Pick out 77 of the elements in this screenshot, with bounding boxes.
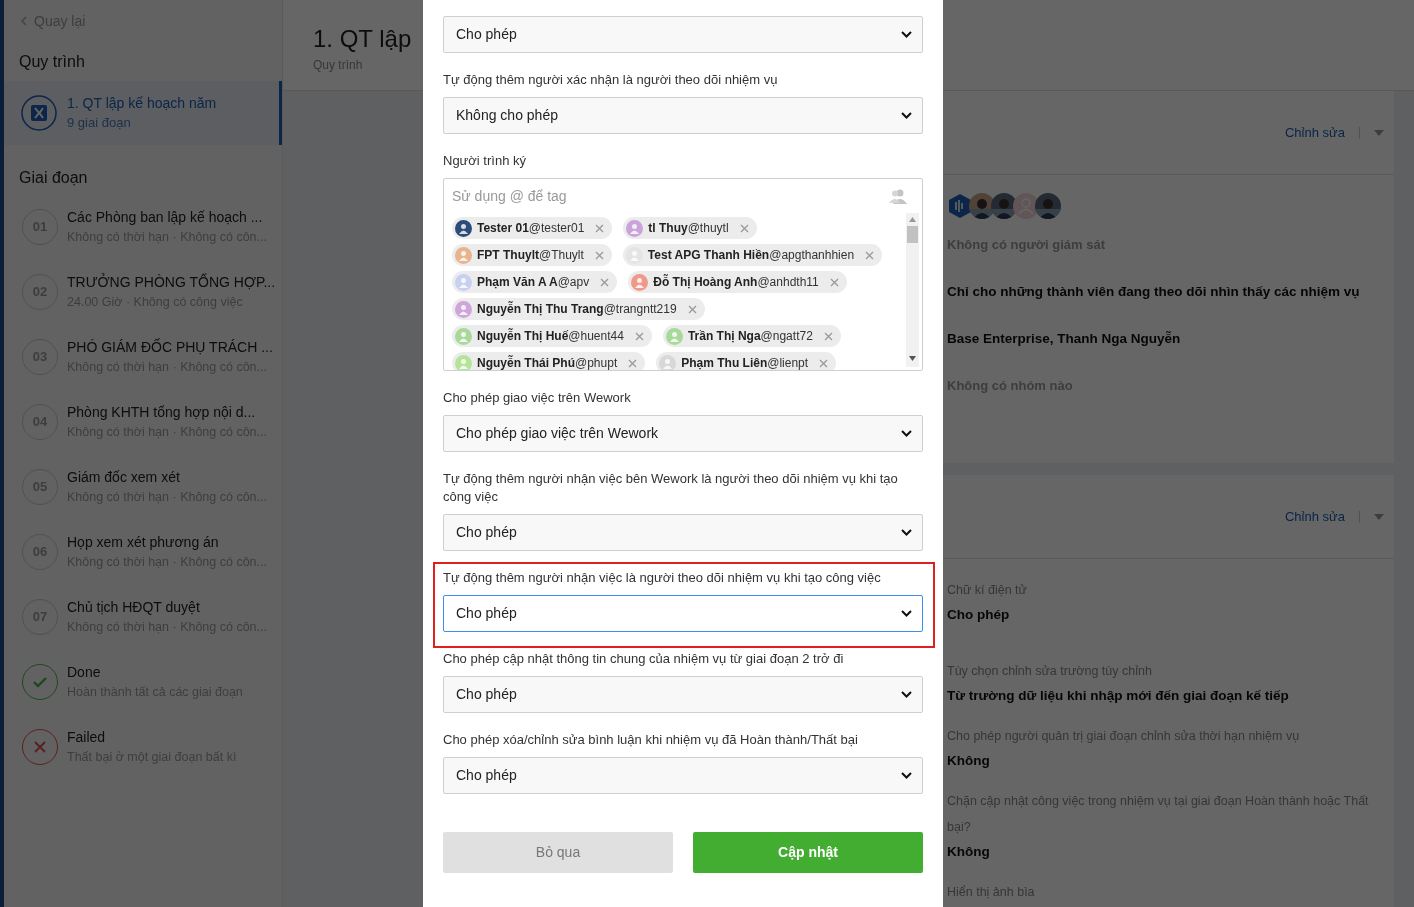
user-tag[interactable]: Tester 01@tester01 [452,217,613,239]
user-tag[interactable]: tl Thuy@thuytl [623,217,757,239]
chevron-down-icon [901,610,912,617]
setting-value: Base Enterprise, Thanh Nga Nguyễn [947,330,1182,348]
remove-icon[interactable] [739,223,749,233]
scroll-down-icon[interactable] [909,356,916,361]
remove-icon[interactable] [829,277,839,287]
stage-title: Failed [67,727,107,747]
select-field[interactable]: Cho phép [443,16,923,53]
chevron-down-icon [901,772,912,779]
section-heading: Quy trình [18,52,85,72]
section-heading: Giai đoạn [18,168,88,188]
tag-placeholder: Sử dụng @ để tag [452,186,567,206]
user-tag[interactable]: Nguyễn Thái Phú@phupt [452,352,646,370]
process-title: 1. QT lập kế hoạch năm [67,94,217,113]
user-tag[interactable]: Nguyễn Thị Thu Trang@trangntt219 [452,298,705,320]
stage-title: TRƯỞNG PHÒNG TỔNG HỢP... [67,272,276,292]
chevron-down-icon [901,112,912,119]
remove-icon[interactable] [823,331,833,341]
chevron-down-icon [901,430,912,437]
logo-icon [21,95,57,131]
cancel-button[interactable]: Bỏ qua [443,832,673,873]
setting-value: Chỉ cho những thành viên đang theo dõi nhìn thấy các nhiệm vụ [947,283,1361,301]
field-label: Cho phép cập nhật thông tin chung của nhiệm vụ từ giai đoạn 2 trở đi [443,650,845,668]
chevron-down-icon [901,529,912,536]
remove-icon[interactable] [687,304,697,314]
page-title: 1. QT lập [313,24,412,54]
setting-value: Cho phép [947,606,1011,624]
dropdown-caret-icon[interactable] [1374,129,1384,136]
scroll-up-icon[interactable] [909,217,916,222]
stage-title: Done [67,662,102,682]
remove-icon[interactable] [600,277,610,287]
user-tag[interactable]: Trần Thị Nga@ngatt72 [662,325,841,347]
chevron-down-icon [901,31,912,38]
field-label: Cho phép giao việc trên Wework [443,389,632,407]
select-field[interactable]: Cho phép [443,514,923,551]
setting-value: Không [947,843,991,861]
stage-title: Giám đốc xem xét [67,467,181,487]
stage-title: Phòng KHTH tổng hợp nội d... [67,402,257,422]
field-label: Tự động thêm người xác nhận là người theo dõi nhiệm vụ [443,71,779,89]
setting-value: Từ trường dữ liệu khi nhập mới đến giai đoạn kế tiếp [947,687,1290,705]
remove-icon[interactable] [865,250,875,260]
tag-input-field[interactable] [443,178,923,371]
setting-value: Không [947,752,991,770]
select-field[interactable]: Không cho phép [443,97,923,134]
chevron-left-icon [20,16,28,26]
field-label: Cho phép xóa/chỉnh sửa bình luận khi nhiệm vụ đã Hoàn thành/Thất bại [443,731,859,749]
logo-icon [947,193,973,219]
user-tag[interactable]: Đỗ Thị Hoàng Anh@anhdth11 [628,271,847,293]
chevron-down-icon [901,691,912,698]
avatar-icon [1013,193,1039,219]
stage-title: Họp xem xét phương án [67,532,220,552]
stage-title: PHÓ GIÁM ĐỐC PHỤ TRÁCH ... [67,337,273,357]
select-field[interactable]: Cho phép [443,595,923,632]
select-field[interactable]: Cho phép [443,676,923,713]
user-tag[interactable]: FPT Thuylt@Thuylt [452,244,612,266]
user-tag[interactable]: Test APG Thanh Hiền@apgthanhhien [622,244,883,266]
dropdown-caret-icon[interactable] [1374,513,1384,520]
user-tag[interactable]: Nguyễn Thị Huế@huent44 [452,325,652,347]
stage-title: Chủ tịch HĐQT duyệt [67,597,201,617]
select-field[interactable]: Cho phép giao việc trên Wework [443,415,923,452]
field-label: Tự động thêm người nhận việc là người theo dõi nhiệm vụ khi tạo công việc [443,569,882,587]
field-label: Người trình ký [443,152,527,170]
people-icon[interactable] [888,188,908,204]
remove-icon[interactable] [595,223,605,233]
scrollbar[interactable] [906,213,919,367]
field-label: Tự động thêm người nhận việc bên Wework là người theo dõi nhiệm vụ khi tạo công việc [443,470,899,506]
scrollbar-thumb[interactable] [907,226,918,243]
remove-icon[interactable] [628,358,638,368]
stage-title: Các Phòng ban lập kế hoạch ... [67,207,264,227]
user-tag[interactable]: Phạm Văn A A@apv [452,271,618,293]
remove-icon[interactable] [594,250,604,260]
remove-icon[interactable] [634,331,644,341]
select-field[interactable]: Cho phép [443,757,923,794]
process-subtitle: 9 giai đoạn [67,114,132,132]
user-tag[interactable]: Phạm Thu Liên@lienpt [656,352,837,370]
remove-icon[interactable] [819,358,829,368]
